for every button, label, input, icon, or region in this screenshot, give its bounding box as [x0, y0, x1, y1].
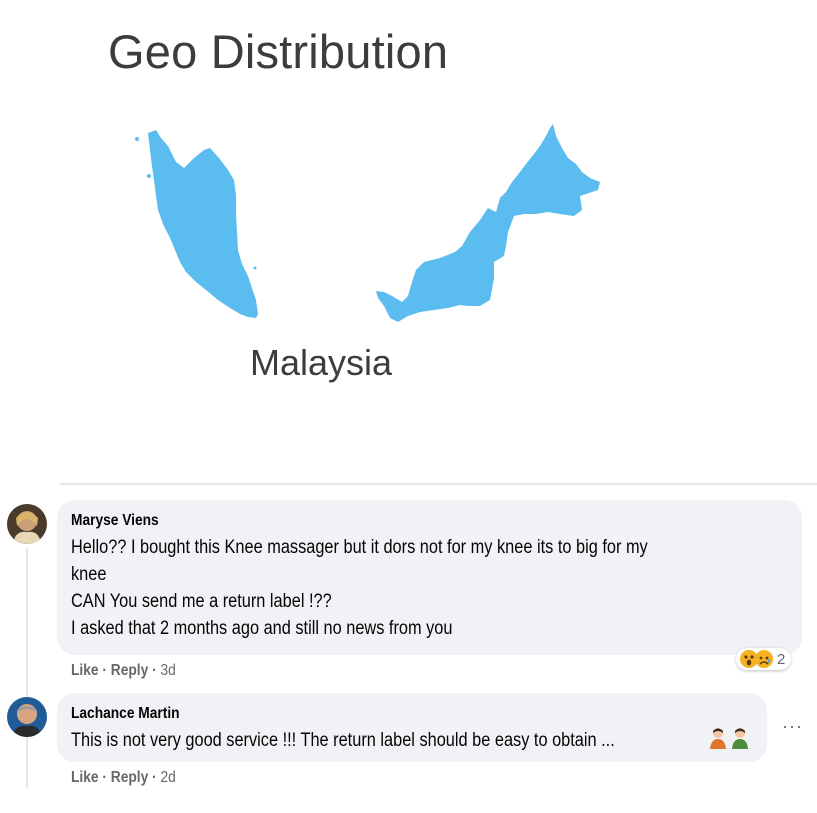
island-dot — [147, 174, 151, 178]
comment-actions: Like · Reply · 3d — [71, 662, 176, 680]
comment-bubble: Maryse Viens Hello?? I bought this Knee … — [57, 500, 802, 655]
avatar-photo — [7, 504, 47, 544]
separator-dot: · — [152, 662, 161, 679]
comment-text-line: knee — [71, 564, 107, 585]
reaction-summary[interactable]: 2 — [736, 648, 792, 670]
like-link[interactable]: Like — [71, 662, 99, 679]
comment-text-line: I asked that 2 months ago and still no n… — [71, 618, 453, 639]
avatar[interactable] — [7, 697, 47, 737]
reaction-count: 2 — [777, 650, 786, 668]
comment-text-line: Hello?? I bought this Knee massager but … — [71, 537, 648, 558]
malaysia-map — [135, 124, 600, 322]
geo-title: Geo Distribution — [108, 25, 449, 78]
thread-line — [26, 548, 28, 788]
separator-dot: · — [152, 769, 161, 786]
comment-timestamp[interactable]: 2d — [160, 769, 175, 786]
comment-author[interactable]: Lachance Martin — [71, 705, 615, 723]
country-label: Malaysia — [250, 342, 393, 383]
comment-author[interactable]: Maryse Viens — [71, 512, 648, 530]
comment-text-line: CAN You send me a return label !?? — [71, 591, 332, 612]
avatar-photo — [7, 697, 47, 737]
reply-link[interactable]: Reply — [111, 662, 148, 679]
peninsular-malaysia-shape — [148, 130, 258, 318]
comment-actions: Like · Reply · 2d — [71, 769, 176, 787]
comment-timestamp[interactable]: 3d — [160, 662, 175, 679]
island-dot — [253, 266, 257, 270]
divider — [60, 483, 817, 485]
island-dot — [135, 137, 139, 141]
reply-link[interactable]: Reply — [111, 769, 148, 786]
east-malaysia-shape — [376, 124, 600, 322]
sad-emoji-icon — [755, 650, 773, 668]
separator-dot: · — [102, 662, 111, 679]
separator-dot: · — [102, 769, 111, 786]
person-shrugging-emoji-icon — [709, 727, 727, 754]
avatar[interactable] — [7, 504, 47, 544]
comment-text-line: This is not very good service !!! The re… — [71, 730, 615, 751]
like-link[interactable]: Like — [71, 769, 99, 786]
more-options-icon[interactable]: ··· — [782, 716, 803, 737]
comment-bubble: Lachance Martin This is not very good se… — [57, 693, 767, 762]
person-shrugging-emoji-icon — [731, 727, 749, 754]
